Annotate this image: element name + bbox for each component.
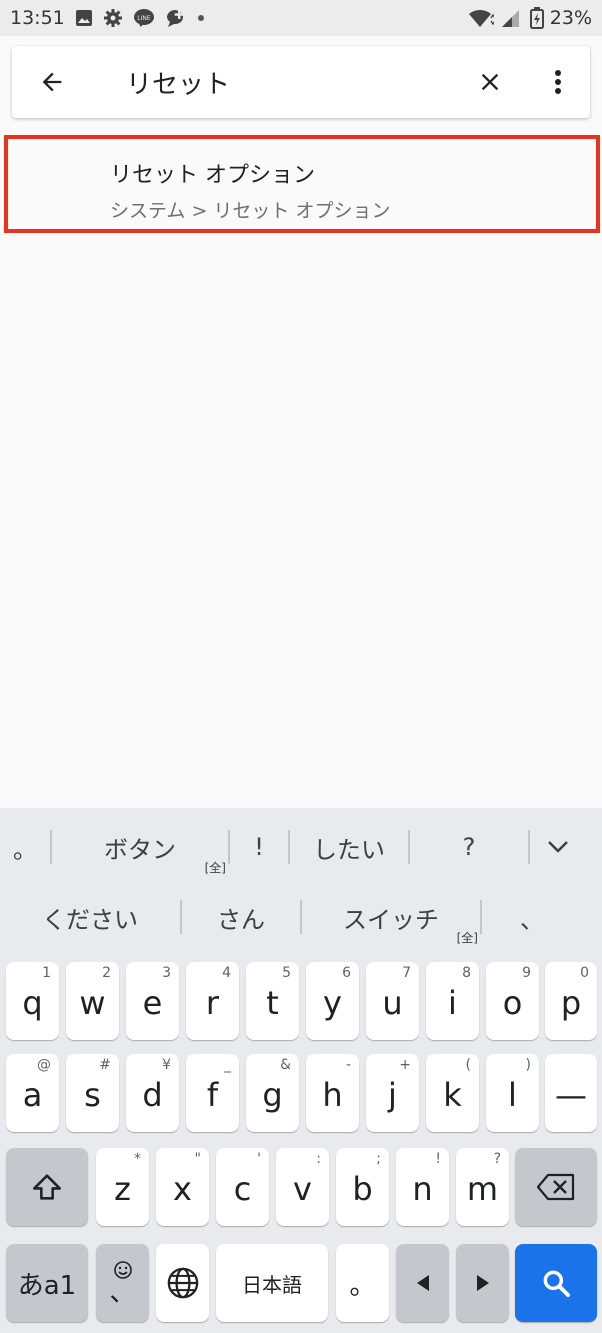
key-i[interactable]: 8i bbox=[426, 962, 479, 1040]
expand-suggestions-button[interactable] bbox=[530, 812, 586, 882]
cursor-right-key[interactable] bbox=[456, 1244, 509, 1322]
suggestion[interactable]: ! bbox=[230, 812, 288, 882]
key-g[interactable]: & g bbox=[246, 1054, 299, 1132]
suggestion[interactable]: したい bbox=[290, 812, 408, 882]
key-h[interactable]: -h bbox=[306, 1054, 359, 1132]
result-path: システム > リセット オプション bbox=[110, 200, 391, 222]
suggestion[interactable]: さん bbox=[182, 882, 300, 952]
language-key[interactable] bbox=[156, 1244, 209, 1322]
emoji-comma-key[interactable]: 、 bbox=[96, 1244, 149, 1322]
gear-icon bbox=[103, 8, 123, 28]
key-l[interactable]: ) l bbox=[486, 1054, 539, 1132]
suggestion[interactable]: 。 bbox=[0, 812, 50, 882]
zenkaku-marker: [全] bbox=[456, 931, 478, 945]
zenkaku-marker: [全] bbox=[204, 861, 226, 875]
key-long-dash[interactable]: — bbox=[545, 1054, 597, 1132]
key-d[interactable]: ¥ d bbox=[126, 1054, 179, 1132]
suggestion-row-1: 。 ボタン [全] ! したい ? bbox=[0, 812, 602, 882]
key-z[interactable]: * z bbox=[96, 1148, 149, 1226]
comma-label: 、 bbox=[109, 1278, 136, 1308]
image-icon bbox=[75, 9, 93, 27]
space-key[interactable]: 日本語 bbox=[216, 1244, 328, 1322]
suggestion[interactable]: ください bbox=[0, 882, 180, 952]
key-x[interactable]: " x bbox=[156, 1148, 209, 1226]
clear-button[interactable] bbox=[454, 46, 526, 118]
key-c[interactable]: ' c bbox=[216, 1148, 269, 1226]
key-b[interactable]: ; b bbox=[336, 1148, 389, 1226]
chevron-down-icon bbox=[548, 841, 568, 853]
key-e[interactable]: 3e bbox=[126, 962, 179, 1040]
search-key[interactable] bbox=[515, 1244, 597, 1322]
dot-icon bbox=[197, 14, 205, 22]
suggestion[interactable]: ボタン [全] bbox=[52, 812, 228, 882]
key-a[interactable]: @ a bbox=[6, 1054, 59, 1132]
backspace-icon bbox=[536, 1173, 575, 1201]
signal-icon bbox=[500, 8, 524, 28]
globe-icon bbox=[167, 1267, 198, 1299]
key-j[interactable]: + j bbox=[366, 1054, 419, 1132]
suggestion-row-2: ください さん スイッチ [全] 、 bbox=[0, 882, 602, 952]
key-n[interactable]: ! n bbox=[396, 1148, 449, 1226]
search-icon bbox=[543, 1270, 570, 1297]
key-k[interactable]: (k bbox=[426, 1054, 479, 1132]
battery-icon bbox=[529, 7, 544, 29]
key-s[interactable]: # s bbox=[66, 1054, 119, 1132]
triangle-right-icon bbox=[476, 1275, 489, 1291]
suggestion[interactable]: 、 bbox=[482, 882, 582, 952]
key-q[interactable]: 1q bbox=[6, 962, 59, 1040]
suggestion-label: ボタン bbox=[104, 835, 176, 864]
cursor-left-key[interactable] bbox=[396, 1244, 449, 1322]
suggestion-label: スイッチ bbox=[343, 905, 439, 934]
key-w[interactable]: 2w bbox=[66, 962, 119, 1040]
key-t[interactable]: 5t bbox=[246, 962, 299, 1040]
line-badge-text: LINE bbox=[137, 15, 151, 22]
battery-percent: 23% bbox=[549, 7, 592, 29]
search-result-item[interactable]: リセット オプション システム > リセット オプション bbox=[4, 135, 600, 233]
backspace-key[interactable] bbox=[515, 1148, 597, 1226]
status-bar: 13:51 LINE 23% bbox=[0, 0, 602, 36]
key-o[interactable]: 9o bbox=[486, 962, 539, 1040]
search-bar bbox=[12, 46, 590, 118]
triangle-left-icon bbox=[416, 1275, 429, 1291]
more-options-button[interactable] bbox=[526, 46, 590, 118]
back-button[interactable] bbox=[12, 46, 92, 118]
wifi-icon bbox=[468, 8, 494, 28]
chat-plus-icon bbox=[165, 8, 187, 28]
search-input[interactable] bbox=[92, 67, 454, 97]
key-u[interactable]: 7u bbox=[366, 962, 419, 1040]
key-v[interactable]: :v bbox=[276, 1148, 329, 1226]
suggestion[interactable]: ? bbox=[410, 812, 528, 882]
key-p[interactable]: 0p bbox=[545, 962, 597, 1040]
status-time: 13:51 bbox=[10, 7, 65, 29]
shift-key[interactable] bbox=[6, 1148, 88, 1226]
key-y[interactable]: 6y bbox=[306, 962, 359, 1040]
line-icon: LINE bbox=[133, 8, 155, 28]
emoji-icon bbox=[113, 1261, 132, 1279]
more-vert-icon bbox=[555, 70, 561, 94]
suggestion[interactable]: スイッチ [全] bbox=[302, 882, 480, 952]
result-title: リセット オプション bbox=[110, 163, 315, 188]
close-icon bbox=[481, 73, 499, 91]
soft-keyboard: 。 ボタン [全] ! したい ? ください さん スイッチ [全] 、 1q … bbox=[0, 808, 602, 1333]
shift-icon bbox=[32, 1174, 62, 1200]
period-key[interactable]: 。 bbox=[336, 1244, 389, 1322]
key-r[interactable]: 4r bbox=[186, 962, 239, 1040]
arrow-left-icon bbox=[42, 72, 62, 92]
key-f[interactable]: _ f bbox=[186, 1054, 239, 1132]
key-m[interactable]: ? m bbox=[456, 1148, 509, 1226]
input-mode-key[interactable]: あa1 bbox=[6, 1244, 88, 1322]
